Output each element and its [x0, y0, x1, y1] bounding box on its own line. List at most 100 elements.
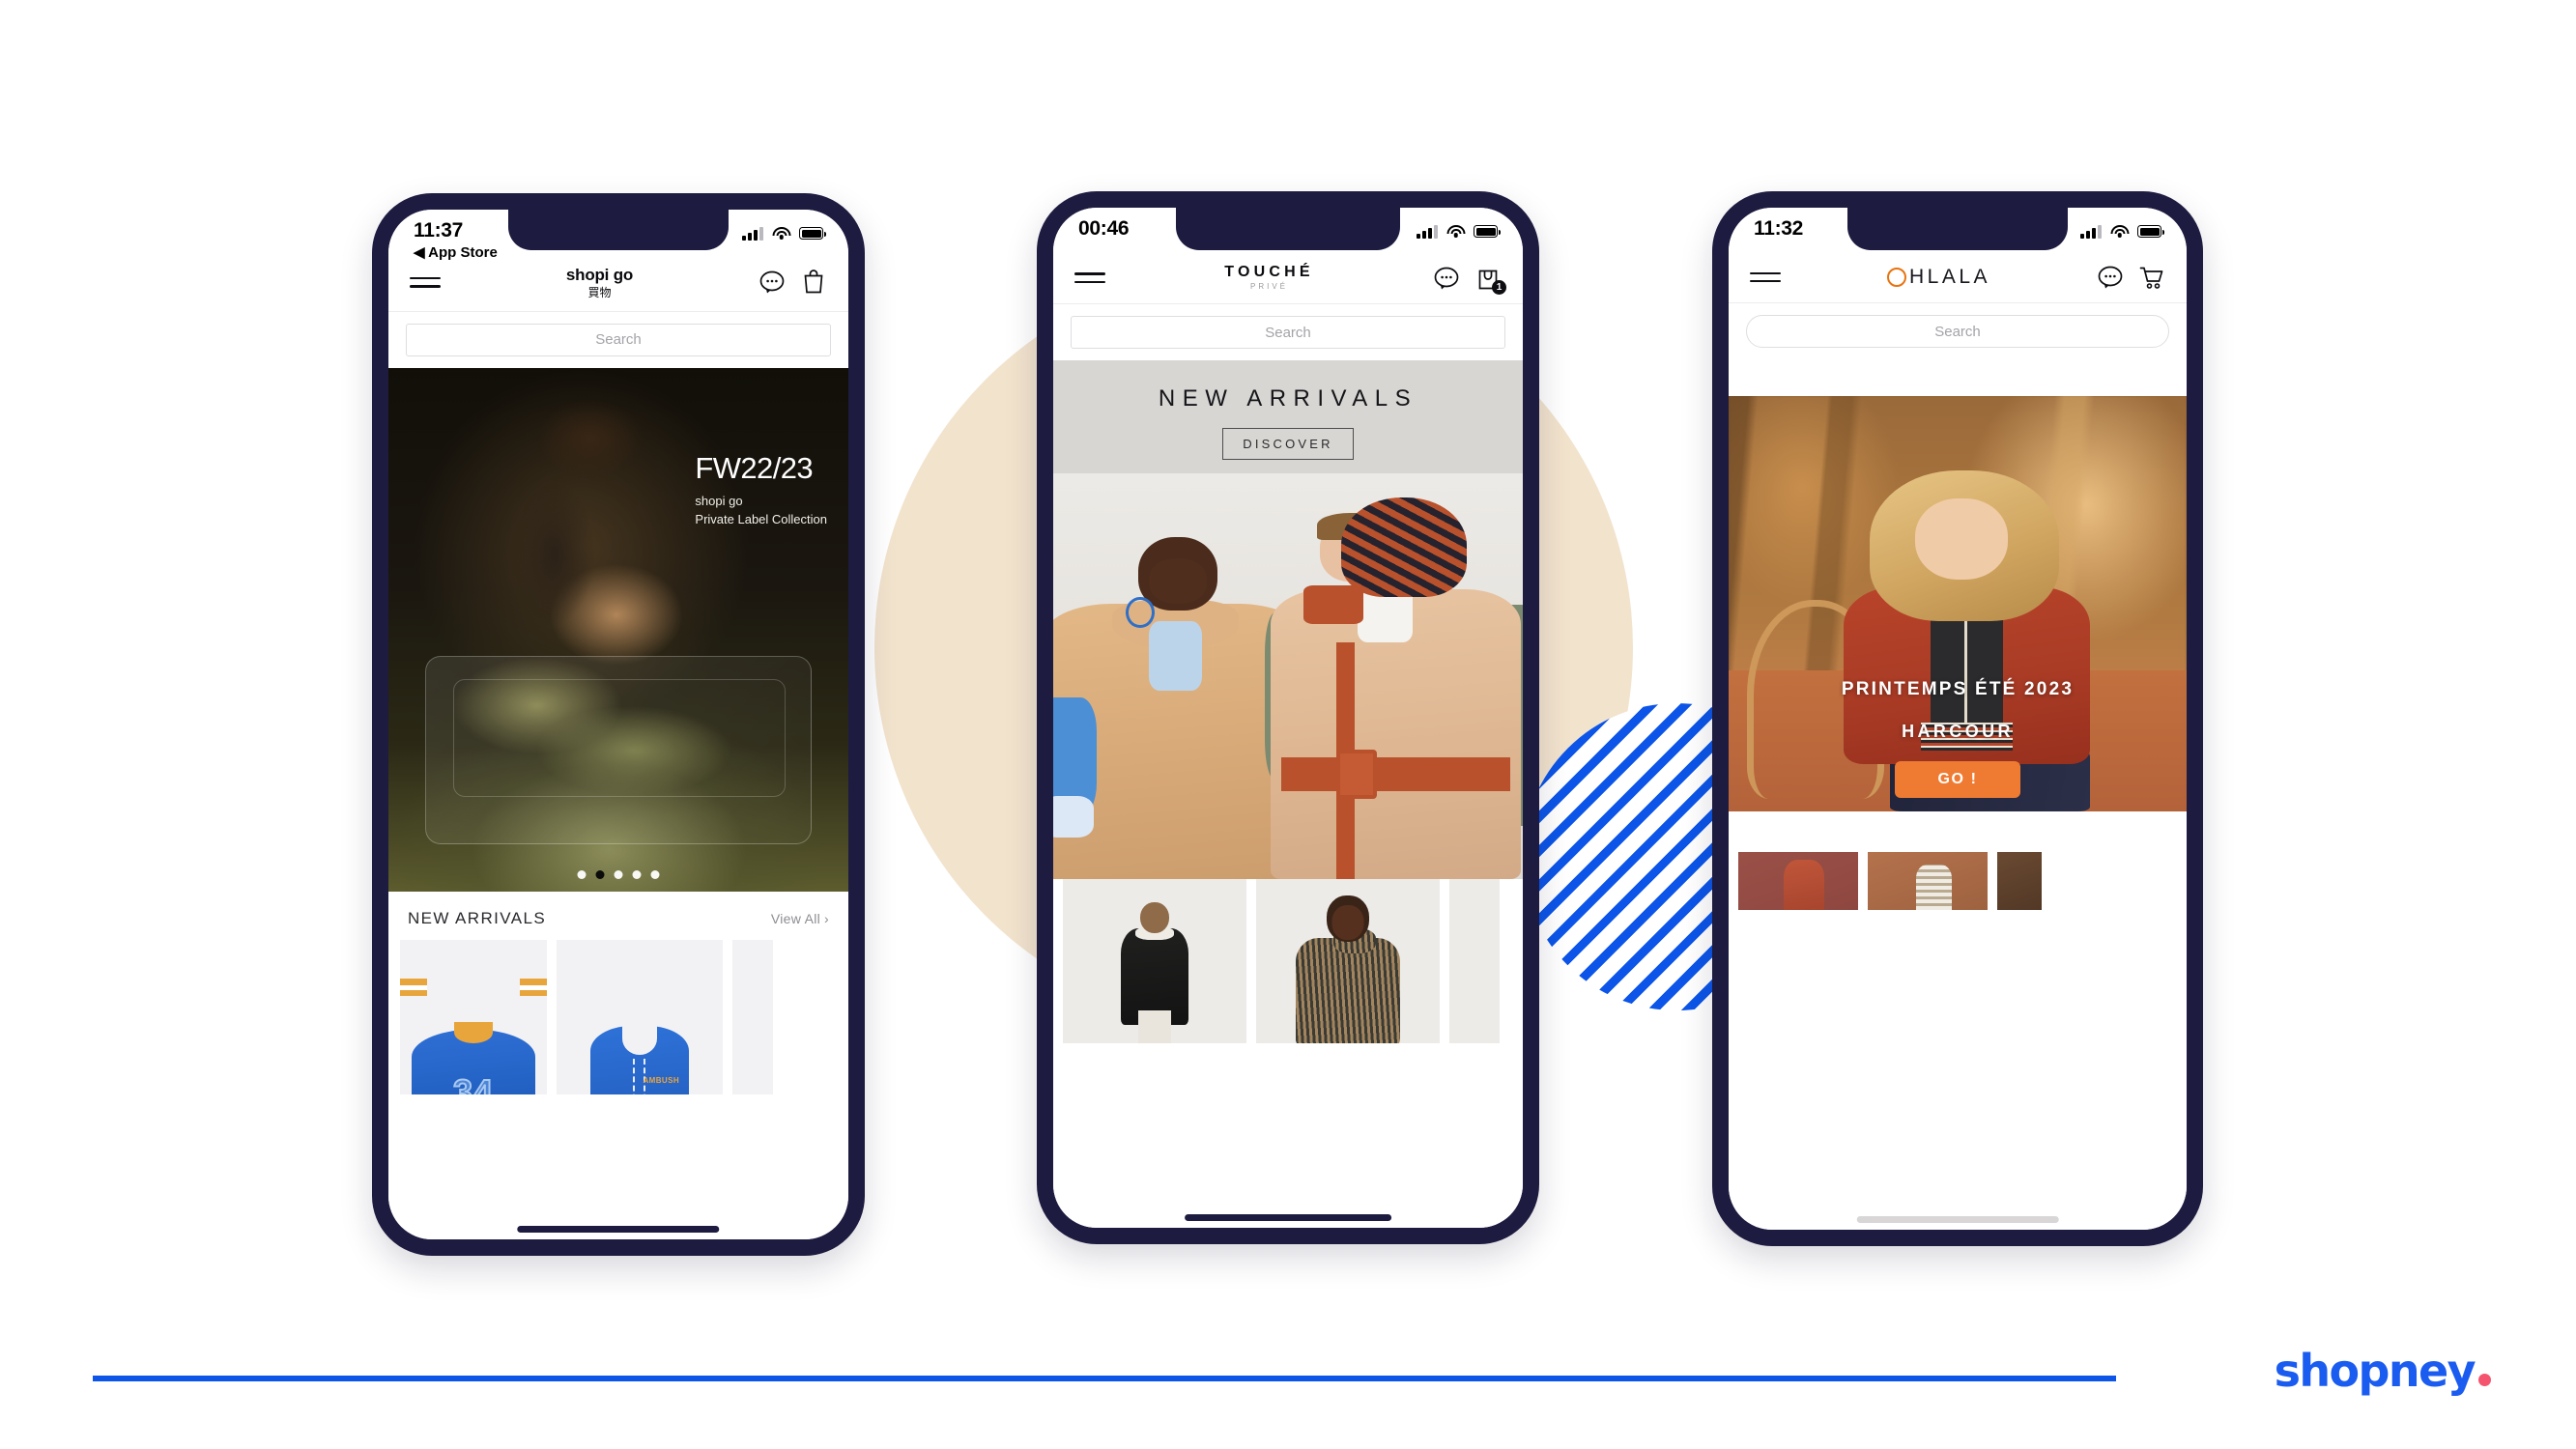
phone-notch: [1176, 208, 1400, 250]
home-indicator: [1856, 1216, 2059, 1223]
search-input[interactable]: Search: [406, 323, 831, 356]
phone-mockup-shopi-go: 11:37 ◀ App Store shopi go 買物 Search FW2…: [372, 193, 865, 1256]
section-title: NEW ARRIVALS: [408, 908, 547, 927]
battery-icon: [2137, 225, 2164, 238]
product-card-tank[interactable]: AMBUSH: [557, 939, 723, 1094]
hero-text-block: NEW ARRIVALS DISCOVER: [1053, 360, 1523, 473]
brand-name: HLALA: [1908, 266, 1991, 288]
hero-text-block: PRINTEMPS ÉTÉ 2023 HARCOUR GO !: [1729, 679, 2187, 798]
chat-bubble-icon[interactable]: [1433, 265, 1460, 292]
status-time: 00:46: [1078, 217, 1130, 240]
go-button[interactable]: GO !: [1895, 761, 2020, 798]
app-bar: shopi go 買物: [388, 260, 848, 312]
brand-subtitle: PRIVÉ: [1249, 282, 1288, 292]
hero-banner[interactable]: FW22/23 shopi go Private Label Collectio…: [388, 367, 848, 892]
search-container: Search: [1729, 303, 2187, 359]
product-card-red-jacket[interactable]: [1738, 852, 1858, 910]
search-container: Search: [1053, 304, 1523, 361]
product-card-jersey[interactable]: [400, 939, 547, 1094]
phone-screen: 00:46 TOUCHÉ PRIVÉ 1 Search NEW ARRIVALS…: [1053, 208, 1523, 1228]
product-card-partial[interactable]: [732, 939, 773, 1094]
shopney-logo: shopney: [2275, 1345, 2491, 1397]
product-card-knit-turtleneck[interactable]: [1256, 879, 1440, 1044]
hero-title: FW22/23: [695, 450, 813, 485]
battery-icon: [799, 227, 826, 240]
hero-banner[interactable]: PRINTEMPS ÉTÉ 2023 HARCOUR GO !: [1729, 396, 2187, 811]
cellular-signal-icon: [742, 226, 763, 241]
phone-mockup-ohlala: 11:32 HLALA Search PRINTEMPS ÉTÉ 2023 HA…: [1712, 191, 2203, 1246]
battery-icon: [1474, 225, 1501, 238]
search-input[interactable]: Search: [1071, 316, 1505, 350]
brand-name: TOUCHÉ: [1224, 264, 1314, 280]
cellular-signal-icon: [1417, 224, 1438, 239]
tank-body: AMBUSH: [590, 1026, 689, 1094]
search-container: Search: [388, 311, 848, 368]
model-right: [1260, 497, 1523, 880]
hero-banner[interactable]: NEW ARRIVALS DISCOVER: [1053, 360, 1523, 880]
product-card-partial[interactable]: [1997, 852, 2042, 910]
view-all-label: View All: [770, 910, 821, 926]
hero-line-1: shopi go: [695, 493, 743, 508]
store-brand: TOUCHÉ PRIVÉ: [1105, 264, 1433, 292]
tank-brand-label: AMBUSH: [643, 1076, 679, 1086]
brand-name: shopi go: [565, 266, 634, 284]
carousel-dot[interactable]: [614, 869, 623, 879]
hero-line-2: Private Label Collection: [695, 511, 827, 526]
carousel-dot[interactable]: [577, 869, 587, 879]
phone-screen: 11:32 HLALA Search PRINTEMPS ÉTÉ 2023 HA…: [1729, 208, 2187, 1230]
shopney-logo-dot: [2478, 1374, 2491, 1386]
product-row: [1729, 852, 2187, 910]
discover-button[interactable]: DISCOVER: [1222, 428, 1354, 461]
carousel-dot[interactable]: [632, 869, 642, 879]
wifi-icon: [2110, 224, 2129, 239]
chevron-right-icon: ›: [824, 910, 829, 926]
jersey-sleeve-left: [400, 978, 427, 996]
status-back-to-app-store[interactable]: ◀ App Store: [414, 245, 498, 260]
content-spacer: [1729, 359, 2187, 396]
status-time: 11:37: [414, 219, 464, 242]
carousel-dot[interactable]: [650, 869, 660, 879]
shopney-logo-text: shopney: [2274, 1345, 2476, 1397]
hamburger-menu-icon[interactable]: [1750, 271, 1781, 283]
chat-bubble-icon[interactable]: [2097, 264, 2124, 291]
carousel-dot-active[interactable]: [595, 869, 605, 879]
app-bar: HLALA: [1729, 258, 2187, 303]
status-time: 11:32: [1754, 217, 1804, 240]
phone-mockup-touche-prive: 00:46 TOUCHÉ PRIVÉ 1 Search NEW ARRIVALS…: [1037, 191, 1539, 1244]
view-all-link[interactable]: View All ›: [771, 911, 829, 926]
carousel-dots[interactable]: [577, 869, 660, 879]
phone-notch: [1847, 208, 2068, 250]
store-brand: shopi go 買物: [441, 266, 758, 299]
hero-line-2: HARCOUR: [1902, 722, 2014, 741]
shopping-cart-icon[interactable]: [2138, 264, 2165, 291]
hero-text-block: FW22/23 shopi go Private Label Collectio…: [695, 453, 827, 529]
section-header-new-arrivals: NEW ARRIVALS View All ›: [388, 891, 848, 940]
product-row: [1053, 879, 1523, 1044]
cart-count-badge: 1: [1492, 279, 1506, 295]
search-input[interactable]: Search: [1746, 315, 2169, 348]
hamburger-menu-icon[interactable]: [410, 276, 441, 288]
product-card-partial[interactable]: [1449, 879, 1500, 1044]
brand-subtitle: 買物: [587, 285, 612, 299]
wifi-icon: [1446, 224, 1465, 239]
home-indicator: [517, 1226, 720, 1233]
hero-glass-panel: [425, 655, 812, 844]
wifi-icon: [772, 226, 790, 241]
content-spacer: [1729, 811, 2187, 852]
shopping-bag-icon[interactable]: [800, 269, 827, 296]
slide-canvas: 11:37 ◀ App Store shopi go 買物 Search FW2…: [0, 0, 2576, 1449]
footer-divider-line: [93, 1376, 2116, 1381]
jersey-sleeve-right: [520, 978, 547, 996]
product-card-leather-coat[interactable]: [1063, 879, 1246, 1044]
phone-screen: 11:37 ◀ App Store shopi go 買物 Search FW2…: [388, 210, 848, 1239]
hero-title: NEW ARRIVALS: [1158, 385, 1418, 412]
chat-bubble-icon[interactable]: [758, 269, 786, 296]
shopping-bag-icon[interactable]: 1: [1474, 265, 1506, 295]
circle-o-icon: [1886, 268, 1906, 287]
app-bar: TOUCHÉ PRIVÉ 1: [1053, 258, 1523, 305]
product-card-striped-polo[interactable]: [1868, 852, 1988, 910]
jersey-body: [412, 1029, 535, 1094]
store-brand: HLALA: [1781, 266, 2097, 289]
hamburger-menu-icon[interactable]: [1074, 272, 1105, 283]
hero-line-1: PRINTEMPS ÉTÉ 2023: [1841, 679, 2075, 699]
